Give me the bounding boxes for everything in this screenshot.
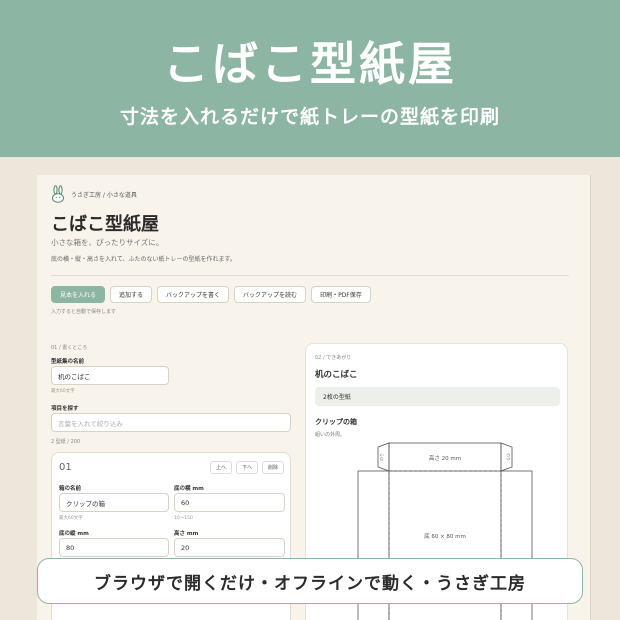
box-name-hint: 最大60文字 xyxy=(59,516,83,521)
print-pdf-button[interactable]: 印刷・PDF保存 xyxy=(311,286,371,303)
search-label: 項目を探す xyxy=(51,406,79,412)
card-number: 01 xyxy=(59,462,72,473)
collection-name-input[interactable]: 机のこばこ xyxy=(51,366,169,385)
template-count: 2 型紙 / 200 xyxy=(51,439,81,445)
add-button[interactable]: 追加する xyxy=(110,286,153,303)
glue-flap-label-right: のり xyxy=(506,453,512,461)
page-title: こばこ型紙屋 xyxy=(51,214,159,235)
rabbit-icon xyxy=(52,185,64,203)
read-backup-button[interactable]: バックアップを読む xyxy=(234,286,307,303)
delete-button[interactable]: 削除 xyxy=(261,461,284,474)
toolbar: 見本を入れる 追加する バックアップを書く バックアップを読む 印刷・PDF保存 xyxy=(51,286,371,303)
box-name-input[interactable]: クリップの箱 xyxy=(59,493,169,512)
write-backup-button[interactable]: バックアップを書く xyxy=(157,286,230,303)
preview-item-description: 組いの外周。 xyxy=(315,432,346,438)
glue-flap-label-left: のり xyxy=(378,453,384,461)
depth-input[interactable]: 80 xyxy=(59,538,169,557)
collection-name-hint: 最大60文字 xyxy=(51,389,75,394)
card-controls: 上へ 下へ 削除 xyxy=(209,461,284,474)
template-count-badge: 2枚の型紙 xyxy=(315,387,560,406)
width-hint: 10〜150 xyxy=(174,516,193,521)
autosave-note: 入力すると自動で保存します xyxy=(51,309,117,315)
preview-title: 机のこばこ xyxy=(315,370,358,380)
form-section-label: 01 / 書くところ xyxy=(51,345,88,351)
collection-name-label: 型紙集の名前 xyxy=(51,359,85,365)
hero-title: こばこ型紙屋 xyxy=(163,37,457,91)
divider xyxy=(51,275,569,276)
brand-text: うさぎ工房 / 小さな道具 xyxy=(71,191,137,199)
hero-subtitle: 寸法を入れるだけで紙トレーの型紙を印刷 xyxy=(119,106,500,128)
footer-banner: ブラウザで開くだけ・オフラインで動く・うさぎ工房 xyxy=(37,558,583,604)
height-input[interactable]: 20 xyxy=(174,538,285,557)
page-description: 底の横・縦・高さを入れて、ふたのない紙トレーの型紙を作れます。 xyxy=(51,256,236,263)
base-dimension-text: 底 60 × 80 mm xyxy=(424,532,466,540)
preview-section-label: 02 / できあがり xyxy=(315,355,352,361)
width-input[interactable]: 60 xyxy=(174,493,285,512)
brand: うさぎ工房 / 小さな道具 xyxy=(51,185,137,203)
insert-sample-button[interactable]: 見本を入れる xyxy=(51,286,106,303)
height-label: 高さ mm xyxy=(174,531,199,537)
box-name-label: 箱の名前 xyxy=(59,486,82,492)
move-up-button[interactable]: 上へ xyxy=(209,461,232,474)
preview-item-title: クリップの箱 xyxy=(315,418,357,426)
page-subtitle: 小さな箱を、ぴったりサイズに。 xyxy=(51,238,164,247)
hero-banner: こばこ型紙屋 寸法を入れるだけで紙トレーの型紙を印刷 xyxy=(0,0,620,157)
depth-label: 底の縦 mm xyxy=(59,531,89,537)
search-input[interactable]: 言葉を入れて絞り込み xyxy=(51,413,291,432)
move-down-button[interactable]: 下へ xyxy=(235,461,258,474)
height-dimension-text: 高さ 20 mm xyxy=(429,454,461,462)
app-window: うさぎ工房 / 小さな道具 こばこ型紙屋 小さな箱を、ぴったりサイズに。 底の横… xyxy=(37,175,590,620)
width-label: 底の横 mm xyxy=(174,486,204,492)
